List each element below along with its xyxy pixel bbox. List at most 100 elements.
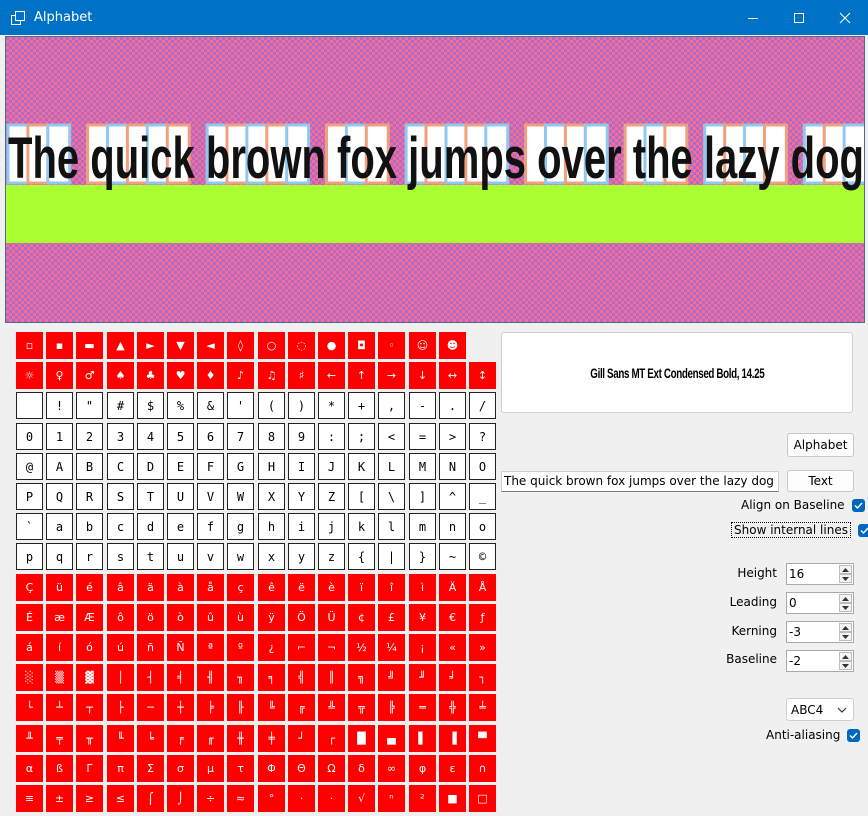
glyph-cell[interactable]: ♠ xyxy=(107,362,134,389)
glyph-cell[interactable]: $ xyxy=(137,392,164,419)
encoding-dropdown[interactable]: ABC4 xyxy=(786,698,854,721)
glyph-cell[interactable]: " xyxy=(76,392,103,419)
glyph-cell[interactable]: ] xyxy=(409,483,436,510)
glyph-cell[interactable]: C xyxy=(107,453,134,480)
glyph-cell[interactable]: ÷ xyxy=(197,785,224,812)
glyph-cell[interactable]: h xyxy=(258,513,285,540)
glyph-cell[interactable]: l xyxy=(378,513,405,540)
glyph-cell[interactable]: p xyxy=(16,543,43,570)
glyph-cell[interactable]: & xyxy=(197,392,224,419)
glyph-cell[interactable]: ƒ xyxy=(469,604,496,631)
glyph-cell[interactable]: . xyxy=(439,392,466,419)
glyph-cell[interactable]: ╣ xyxy=(288,664,315,691)
glyph-cell[interactable]: ◄ xyxy=(197,332,224,359)
glyph-cell[interactable]: ≡ xyxy=(16,785,43,812)
glyph-cell[interactable]: K xyxy=(348,453,375,480)
glyph-cell[interactable]: ∩ xyxy=(469,755,496,782)
height-value[interactable]: 16 xyxy=(789,567,804,581)
glyph-cell[interactable]: ▪ xyxy=(46,332,73,359)
glyph-cell[interactable]: å xyxy=(197,574,224,601)
glyph-cell[interactable]: Ω xyxy=(318,755,345,782)
glyph-cell[interactable]: 5 xyxy=(167,423,194,450)
glyph-cell[interactable]: ò xyxy=(167,604,194,631)
glyph-cell[interactable]: H xyxy=(258,453,285,480)
glyph-cell[interactable]: ↑ xyxy=(348,362,375,389)
glyph-cell[interactable]: r xyxy=(76,543,103,570)
glyph-cell[interactable]: Θ xyxy=(288,755,315,782)
glyph-cell[interactable]: 7 xyxy=(227,423,254,450)
glyph-cell[interactable]: _ xyxy=(469,483,496,510)
glyph-cell[interactable]: ╗ xyxy=(348,664,375,691)
glyph-cell[interactable]: ^ xyxy=(439,483,466,510)
glyph-cell[interactable]: m xyxy=(409,513,436,540)
glyph-cell[interactable]: ╞ xyxy=(197,694,224,721)
glyph-cell[interactable]: ~ xyxy=(439,543,466,570)
glyph-cell[interactable]: ╚ xyxy=(258,694,285,721)
glyph-cell[interactable]: 8 xyxy=(258,423,285,450)
glyph-cell[interactable]: ♫ xyxy=(258,362,285,389)
glyph-cell[interactable]: ç xyxy=(227,574,254,601)
glyph-cell[interactable]: ↕ xyxy=(469,362,496,389)
glyph-cell[interactable]: L xyxy=(378,453,405,480)
glyph-cell[interactable]: q xyxy=(46,543,73,570)
glyph-cell[interactable]: R xyxy=(76,483,103,510)
glyph-cell[interactable]: ß xyxy=(46,755,73,782)
glyph-cell[interactable]: x xyxy=(258,543,285,570)
glyph-cell[interactable]: o xyxy=(469,513,496,540)
glyph-cell[interactable]: ª xyxy=(197,634,224,661)
spin-down-icon[interactable] xyxy=(839,661,852,670)
glyph-cell[interactable]: ▫ xyxy=(16,332,43,359)
glyph-cell[interactable]: b xyxy=(76,513,103,540)
glyph-cell[interactable]: X xyxy=(258,483,285,510)
glyph-cell[interactable]: □ xyxy=(469,785,496,812)
glyph-cell[interactable]: ▌ xyxy=(409,725,436,752)
glyph-cell[interactable]: · xyxy=(318,785,345,812)
glyph-cell[interactable]: ε xyxy=(439,755,466,782)
anti-aliasing-checkbox[interactable] xyxy=(847,728,861,742)
close-button[interactable] xyxy=(822,0,868,35)
baseline-value[interactable]: -2 xyxy=(789,654,801,668)
glyph-cell[interactable]: ◌ xyxy=(288,332,315,359)
glyph-cell[interactable]: ▐ xyxy=(439,725,466,752)
show-internal-lines-option[interactable]: Show internal lines xyxy=(731,522,868,538)
kerning-value[interactable]: -3 xyxy=(789,625,801,639)
glyph-cell[interactable]: { xyxy=(348,543,375,570)
glyph-cell[interactable]: Γ xyxy=(76,755,103,782)
glyph-cell[interactable]: j xyxy=(318,513,345,540)
spin-down-icon[interactable] xyxy=(839,574,852,583)
glyph-cell[interactable]: ∞ xyxy=(378,755,405,782)
glyph-cell[interactable]: δ xyxy=(348,755,375,782)
glyph-cell[interactable]: 4 xyxy=(137,423,164,450)
glyph-cell[interactable]: F xyxy=(197,453,224,480)
glyph-cell[interactable]: ◦ xyxy=(378,332,405,359)
glyph-cell[interactable]: ╪ xyxy=(258,725,285,752)
glyph-cell[interactable]: ⌐ xyxy=(288,634,315,661)
glyph-cell[interactable]: S xyxy=(107,483,134,510)
align-on-baseline-option[interactable]: Align on Baseline xyxy=(741,498,865,512)
glyph-cell[interactable]: ¿ xyxy=(258,634,285,661)
glyph-cell[interactable]: ☺ xyxy=(409,332,436,359)
glyph-cell[interactable]: û xyxy=(197,604,224,631)
glyph-cell[interactable]: k xyxy=(348,513,375,540)
glyph-cell[interactable]: \ xyxy=(378,483,405,510)
glyph-cell[interactable]: / xyxy=(469,392,496,419)
glyph-cell[interactable]: A xyxy=(46,453,73,480)
glyph-cell[interactable]: = xyxy=(409,423,436,450)
glyph-cell[interactable]: I xyxy=(288,453,315,480)
glyph-cell[interactable]: ┐ xyxy=(469,664,496,691)
glyph-cell[interactable]: ▄ xyxy=(378,725,405,752)
maximize-button[interactable] xyxy=(776,0,822,35)
glyph-cell[interactable]: £ xyxy=(378,604,405,631)
glyph-cell[interactable]: 1 xyxy=(46,423,73,450)
glyph-cell[interactable]: O xyxy=(469,453,496,480)
glyph-cell[interactable]: U xyxy=(167,483,194,510)
glyph-cell[interactable]: z xyxy=(318,543,345,570)
glyph-cell[interactable]: ▲ xyxy=(107,332,134,359)
glyph-cell[interactable]: ╕ xyxy=(258,664,285,691)
glyph-cell[interactable]: ╩ xyxy=(318,694,345,721)
glyph-cell[interactable]: ╝ xyxy=(378,664,405,691)
leading-stepper[interactable]: 0 xyxy=(786,592,854,614)
glyph-cell[interactable]: ■ xyxy=(439,785,466,812)
glyph-cell[interactable]: ï xyxy=(348,574,375,601)
glyph-cell[interactable]: æ xyxy=(46,604,73,631)
